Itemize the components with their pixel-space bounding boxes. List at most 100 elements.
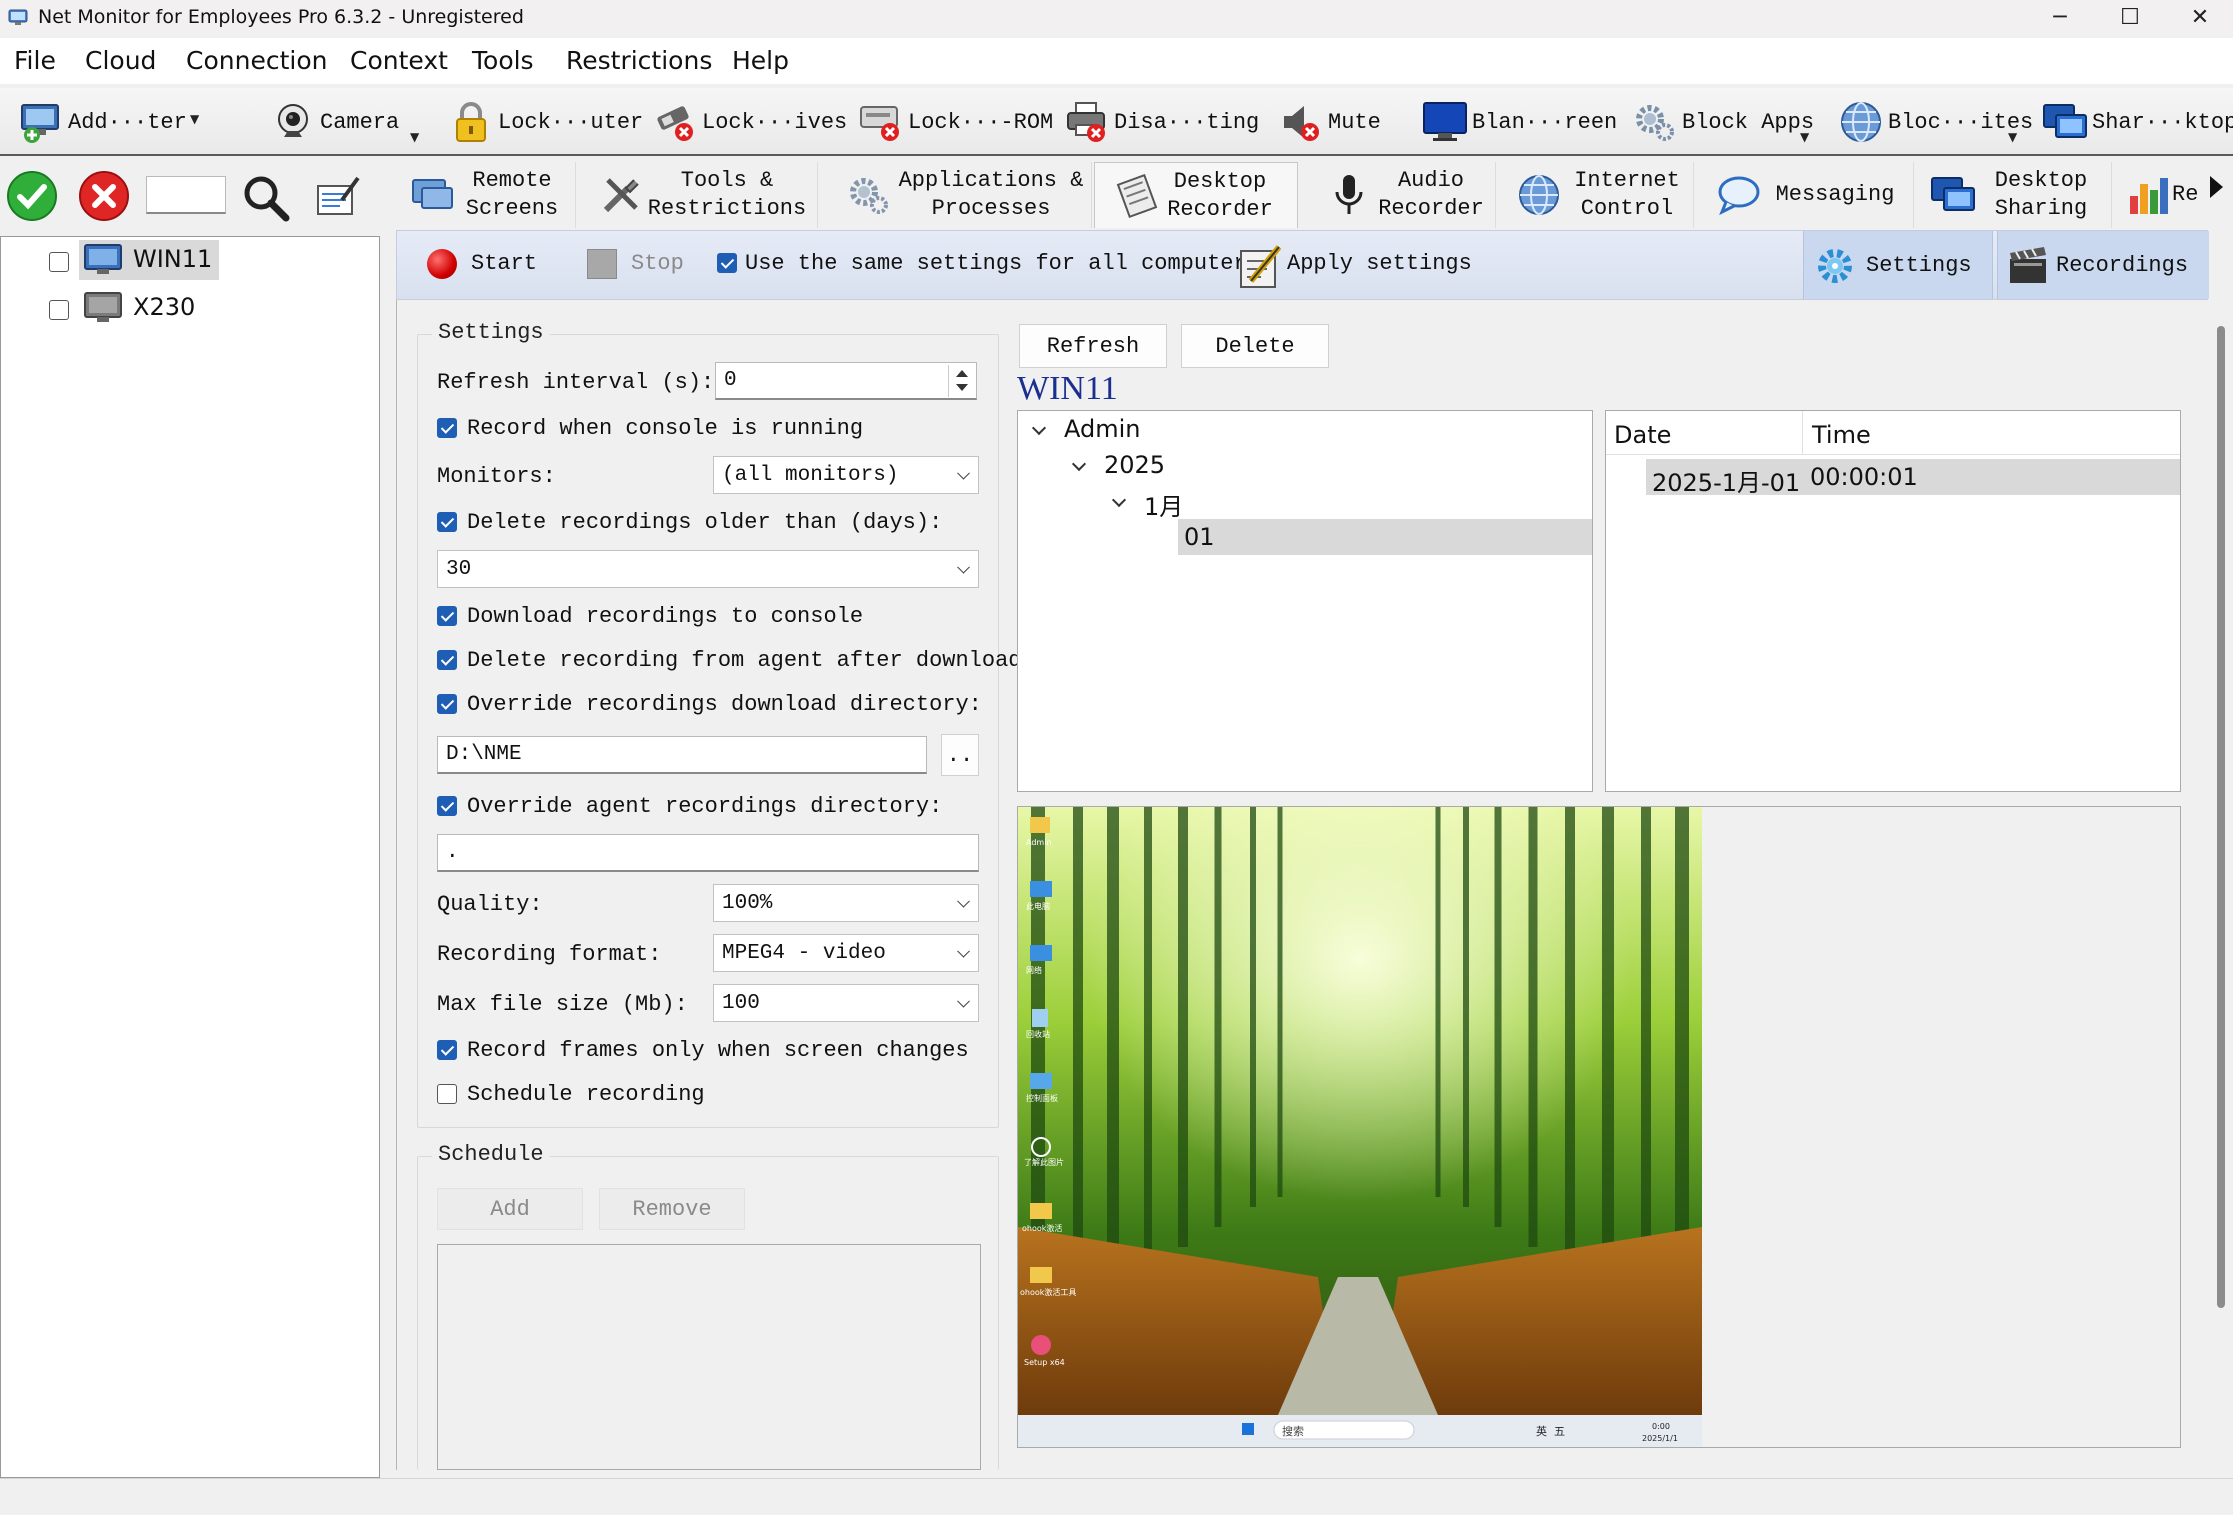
minimize-button[interactable]: ─ [2025,0,2095,35]
close-window-button[interactable]: ✕ [2165,0,2233,35]
spin-down-icon[interactable] [956,384,968,391]
edit-note-icon[interactable] [312,170,364,222]
tab-audio-recorder[interactable]: Audio Recorder [1300,162,1496,228]
vertical-scrollbar[interactable] [2208,300,2233,1470]
block-websites-button[interactable]: Bloc···ites ▼ [1838,96,2033,148]
chevron-down-icon[interactable] [1111,492,1127,508]
tree-node-day-row[interactable]: 01 [1178,519,1592,555]
tab-desktop-sharing[interactable]: Desktop Sharing [1916,162,2112,228]
record-console-checkbox[interactable] [437,418,457,438]
lock-computer-button[interactable]: Lock···uter [448,96,643,148]
computer-checkbox[interactable] [49,252,69,272]
chevron-down-icon[interactable] [1071,456,1087,472]
tab-reports[interactable]: Re [2114,162,2204,228]
settings-view-button[interactable]: Settings [1803,231,1993,299]
menu-restrictions[interactable]: Restrictions [566,46,712,75]
blank-screen-button[interactable]: Blan···reen [1422,96,1617,148]
block-apps-button[interactable]: Block Apps ▼ [1632,96,1814,148]
override-agent-label: Override agent recordings directory: [467,794,943,819]
delete-recordings-button[interactable]: Delete [1181,324,1329,368]
refresh-recordings-button[interactable]: Refresh [1019,324,1167,368]
frames-changes-checkbox[interactable] [437,1040,457,1060]
start-button[interactable]: Start [471,251,537,276]
menu-tools[interactable]: Tools [472,46,534,75]
tab-remote-screens[interactable]: Remote Screens [410,162,576,228]
chevron-down-icon[interactable]: ▼ [2008,130,2017,144]
feature-tabs: Remote Screens Tools & Restrictions Appl… [398,158,2233,228]
computer-checkbox[interactable] [49,300,69,320]
recordings-computer-name: WIN11 [1017,370,1118,407]
settings-group-title: Settings [432,320,550,345]
menu-help[interactable]: Help [732,46,789,75]
maximize-button[interactable]: ☐ [2095,0,2165,35]
stop-button[interactable]: Stop [631,251,684,276]
recording-format-select[interactable]: MPEG4 - video [713,934,979,972]
refresh-interval-spinner[interactable] [948,365,974,397]
refresh-interval-value: 0 [724,369,737,392]
mute-button[interactable]: Mute [1278,96,1381,148]
tree-node-year[interactable]: 2025 [1104,451,1165,479]
scrollbar-thumb[interactable] [2217,326,2225,1308]
chevron-down-icon[interactable]: ▼ [410,130,419,144]
column-header-time[interactable]: Time [1812,421,1871,449]
column-header-date[interactable]: Date [1614,421,1671,449]
delete-older-checkbox[interactable] [437,512,457,532]
tab-tools-restrictions[interactable]: Tools & Restrictions [578,162,818,228]
menu-cloud[interactable]: Cloud [85,46,156,75]
delete-older-days-select[interactable]: 30 [437,550,979,588]
schedule-remove-button[interactable]: Remove [599,1188,745,1230]
tab-applications-processes[interactable]: Applications & Processes [820,162,1092,228]
monitors-select[interactable]: (all monitors) [713,456,979,494]
chevron-down-icon[interactable]: ▼ [190,112,199,126]
search-icon[interactable] [240,172,292,224]
chevron-down-icon[interactable]: ▼ [1800,130,1809,144]
connect-button[interactable] [6,170,58,222]
add-computer-button[interactable]: Add···ter ▼ [18,96,199,148]
download-recordings-checkbox[interactable] [437,606,457,626]
camera-button[interactable]: Camera ▼ [270,96,419,148]
disconnect-button[interactable] [78,170,130,222]
tab-messaging[interactable]: Messaging [1696,162,1914,228]
monitors-label: Monitors: [437,464,556,489]
tab-internet-control[interactable]: Internet Control [1498,162,1694,228]
download-directory-input[interactable]: D:\NME [437,736,927,774]
browse-directory-button[interactable]: .. [941,734,979,776]
same-settings-checkbox[interactable] [717,253,737,273]
schedule-add-button[interactable]: Add [437,1188,583,1230]
recorder-toolbar: Start Stop Use the same settings for all… [396,230,2209,300]
disable-printing-button[interactable]: Disa···ting [1064,96,1259,148]
refresh-interval-input[interactable]: 0 [715,362,977,400]
tree-node-user[interactable]: Admin [1064,415,1141,443]
search-input[interactable] [146,176,226,214]
spin-up-icon[interactable] [956,370,968,377]
delete-agent-checkbox[interactable] [437,650,457,670]
lock-drives-button[interactable]: Lock···ives [652,96,847,148]
tab-desktop-recorder[interactable]: Desktop Recorder [1094,162,1298,228]
menu-context[interactable]: Context [350,46,448,75]
menu-connection[interactable]: Connection [186,46,327,75]
schedule-list[interactable] [437,1244,981,1470]
download-recordings-label: Download recordings to console [467,604,864,629]
tree-node-month[interactable]: 1月 [1144,487,1183,522]
recordings-view-button[interactable]: Recordings [1997,231,2209,299]
table-row[interactable]: 2025-1月-01 00:00:01 [1646,459,2180,497]
max-file-size-select[interactable]: 100 [713,984,979,1022]
tabs-scroll-right-icon[interactable] [2210,176,2223,198]
lock-cdrom-button[interactable]: Lock···-ROM [858,96,1053,148]
quality-select[interactable]: 100% [713,884,979,922]
override-download-checkbox[interactable] [437,694,457,714]
desktop-share-icon [1931,177,1975,211]
agent-directory-input[interactable]: . [437,834,979,872]
schedule-recording-checkbox[interactable] [437,1084,457,1104]
recording-preview-image[interactable]: 搜索 英 五 0:00 2025/1/1 Admin 此电脑 网络 回收站 控制… [1018,807,1702,1447]
desktop-icon-label: Admin [1026,838,1052,847]
share-desktop-button[interactable]: Shar···ktop [2042,96,2233,148]
override-agent-checkbox[interactable] [437,796,457,816]
tools-icon [603,178,639,213]
blank-screen-label: Blan···reen [1472,109,1618,135]
computer-item[interactable]: X230 [1,283,381,325]
chevron-down-icon[interactable] [1031,420,1047,436]
computer-item[interactable]: WIN11 [1,237,381,280]
apply-settings-button[interactable]: Apply settings [1287,251,1472,276]
menu-file[interactable]: File [14,46,56,75]
